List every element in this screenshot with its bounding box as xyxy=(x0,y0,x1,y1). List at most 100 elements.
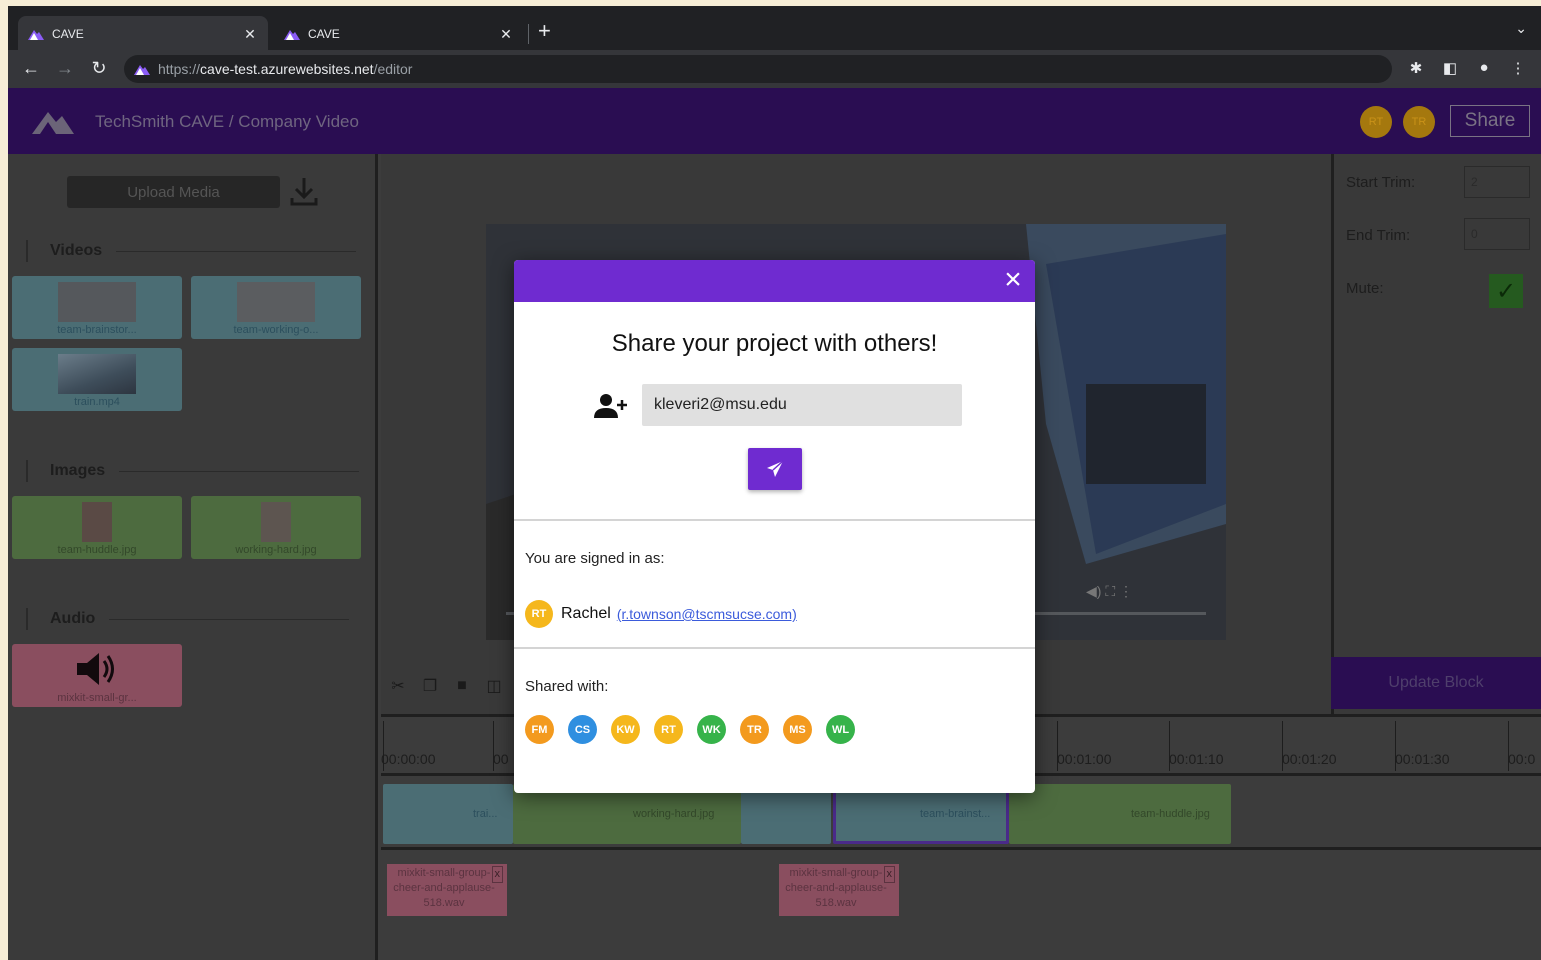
forward-arrow-icon[interactable]: → xyxy=(54,58,76,79)
send-paper-plane-icon xyxy=(767,460,784,477)
tab-title: CAVE xyxy=(52,27,84,41)
avatar[interactable]: TR xyxy=(740,715,769,744)
media-item-image[interactable]: team-huddle.jpg xyxy=(12,496,182,559)
timeline-clip[interactable]: team-huddle.jpg xyxy=(1009,784,1231,844)
end-trim-input[interactable]: 0 xyxy=(1464,218,1530,250)
audio-clip[interactable]: mixkit-small-group-cheer-and-applause-51… xyxy=(779,864,899,916)
tab-cave-1[interactable]: CAVE ✕ xyxy=(18,16,268,52)
avatar[interactable]: FM xyxy=(525,715,554,744)
download-icon[interactable] xyxy=(290,176,318,206)
audio-track: mixkit-small-group-cheer-and-applause-51… xyxy=(381,854,1541,954)
end-trim-label: End Trim: xyxy=(1346,227,1411,244)
videos-section-header: Videos xyxy=(26,240,357,262)
update-block-button[interactable]: Update Block xyxy=(1331,657,1541,709)
avatar[interactable]: WL xyxy=(826,715,855,744)
url-host: cave-test.azurewebsites.net xyxy=(200,61,374,77)
mute-label: Mute: xyxy=(1346,280,1384,297)
side-panel-icon[interactable]: ◧ xyxy=(1440,59,1460,77)
media-item-video[interactable]: team-brainstor... xyxy=(12,276,182,339)
audio-clip[interactable]: mixkit-small-group-cheer-and-applause-51… xyxy=(387,864,507,916)
profile-icon[interactable]: ● xyxy=(1474,59,1494,76)
divider xyxy=(514,647,1035,649)
shared-users-list: FM CS KW RT WK TR MS WL xyxy=(525,715,855,744)
timeline-clip-selected[interactable]: team-brainst... xyxy=(833,784,1009,844)
upload-media-button[interactable]: Upload Media xyxy=(67,176,280,208)
current-user: RT Rachel (r.townson@tscmsucse.com) xyxy=(525,600,797,628)
collaborator-avatar[interactable]: TR xyxy=(1403,106,1435,138)
add-person-icon xyxy=(594,394,627,418)
shared-with-label: Shared with: xyxy=(525,678,609,695)
close-icon[interactable]: × xyxy=(999,265,1027,295)
kebab-menu-icon[interactable]: ⋮ xyxy=(1508,59,1528,77)
media-library-panel: Upload Media Videos team-brainstor... te… xyxy=(8,154,378,960)
video-thumbnail xyxy=(237,282,315,322)
avatar[interactable]: CS xyxy=(568,715,597,744)
image-thumbnail xyxy=(82,502,112,542)
block-properties-panel: Start Trim: 2 End Trim: 0 Mute: ✓ xyxy=(1331,154,1541,714)
image-thumbnail xyxy=(261,502,291,542)
cut-icon[interactable]: ✂ xyxy=(388,676,408,696)
speaker-icon xyxy=(77,653,114,685)
user-name: Rachel xyxy=(561,605,611,622)
tick-label: 00:01:10 xyxy=(1169,751,1224,767)
split-icon[interactable]: ◫ xyxy=(484,676,504,696)
back-arrow-icon[interactable]: ← xyxy=(20,58,42,79)
tick-label: 00:01:20 xyxy=(1282,751,1337,767)
media-item-video[interactable]: train.mp4 xyxy=(12,348,182,411)
tick-label: 00:01:30 xyxy=(1395,751,1450,767)
divider xyxy=(514,519,1035,521)
tab-title: CAVE xyxy=(308,27,340,41)
user-email-link[interactable]: (r.townson@tscmsucse.com) xyxy=(617,606,797,622)
images-section-header: Images xyxy=(26,460,360,482)
tick-label: 00:00:00 xyxy=(381,751,436,767)
send-invite-button[interactable] xyxy=(748,448,802,490)
url-path: /editor xyxy=(373,61,413,77)
tab-cave-2[interactable]: CAVE ✕ xyxy=(274,16,524,52)
close-tab-icon[interactable]: ✕ xyxy=(242,26,258,43)
cave-favicon-icon xyxy=(28,26,44,42)
modal-header: × xyxy=(514,260,1035,302)
timeline-clip[interactable]: working-hard.jpg xyxy=(513,784,741,844)
cave-logo-icon xyxy=(32,112,74,134)
tick-label: 00 xyxy=(493,751,509,767)
remove-clip-icon[interactable]: x xyxy=(491,866,503,883)
extensions-puzzle-icon[interactable]: ✱ xyxy=(1406,59,1426,77)
share-email-input[interactable] xyxy=(642,384,962,426)
close-tab-icon[interactable]: ✕ xyxy=(498,26,514,43)
tab-bar: CAVE ✕ CAVE ✕ + ⌄ xyxy=(8,6,1541,52)
timeline-clip[interactable]: trai... xyxy=(383,784,513,844)
delete-icon[interactable]: ■ xyxy=(452,676,472,696)
tab-separator xyxy=(528,24,529,44)
media-item-video[interactable]: team-working-o... xyxy=(191,276,361,339)
start-trim-input[interactable]: 2 xyxy=(1464,166,1530,198)
reload-icon[interactable]: ↻ xyxy=(88,58,110,79)
avatar[interactable]: KW xyxy=(611,715,640,744)
new-tab-button[interactable]: + xyxy=(538,18,551,44)
avatar[interactable]: RT xyxy=(654,715,683,744)
site-favicon-icon xyxy=(134,65,150,75)
media-item-audio[interactable]: mixkit-small-gr... xyxy=(12,644,182,707)
project-title: TechSmith CAVE / Company Video xyxy=(95,112,359,131)
edit-toolbar: ✂ ❐ ■ ◫ xyxy=(388,676,504,696)
signed-in-label: You are signed in as: xyxy=(525,550,665,567)
cave-favicon-icon xyxy=(284,26,300,42)
share-modal: × Share your project with others! You ar… xyxy=(514,260,1035,793)
mute-checkbox[interactable]: ✓ xyxy=(1489,274,1523,308)
address-bar[interactable]: https:// cave-test.azurewebsites.net /ed… xyxy=(124,55,1392,83)
avatar: RT xyxy=(525,600,553,628)
modal-title: Share your project with others! xyxy=(611,330,938,357)
timeline-clip[interactable] xyxy=(741,784,831,844)
copy-icon[interactable]: ❐ xyxy=(420,676,440,696)
audio-section-header: Audio xyxy=(26,608,350,630)
remove-clip-icon[interactable]: x xyxy=(883,866,895,883)
start-trim-label: Start Trim: xyxy=(1346,174,1416,191)
url-scheme: https:// xyxy=(158,61,201,77)
video-thumbnail xyxy=(58,282,136,322)
browser-toolbar: ← → ↻ https:// cave-test.azurewebsites.n… xyxy=(8,50,1541,88)
avatar[interactable]: MS xyxy=(783,715,812,744)
collaborator-avatar[interactable]: RT xyxy=(1360,106,1392,138)
avatar[interactable]: WK xyxy=(697,715,726,744)
share-button[interactable]: Share xyxy=(1450,105,1530,137)
media-item-image[interactable]: working-hard.jpg xyxy=(191,496,361,559)
tab-search-chevron-icon[interactable]: ⌄ xyxy=(1515,20,1527,37)
